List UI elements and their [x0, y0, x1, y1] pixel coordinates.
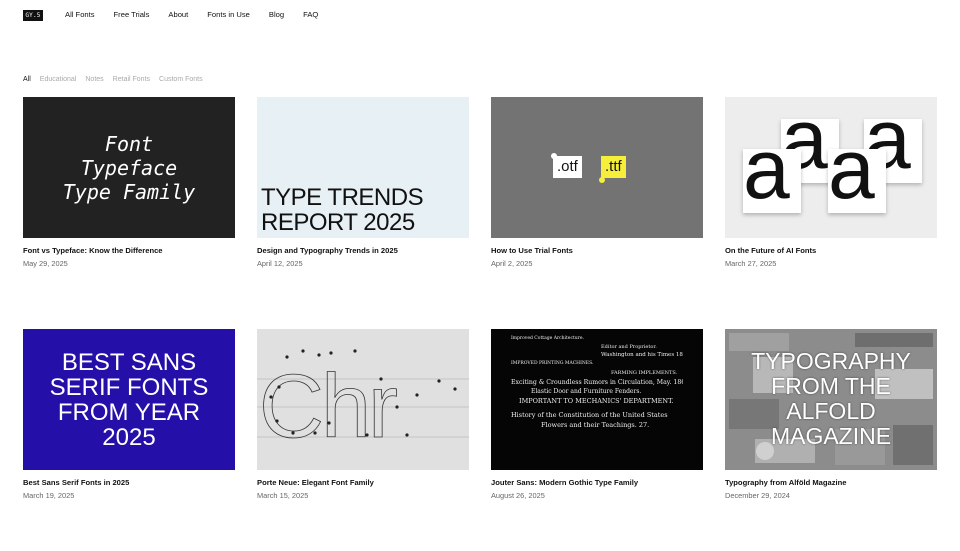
thumb-text: Exciting & Croundless Rumors in Circulat…: [511, 379, 683, 386]
post-title[interactable]: Font vs Typeface: Know the Difference: [23, 246, 163, 255]
post-date: March 27, 2025: [725, 259, 777, 268]
thumb-text: Editor and Proprietor.: [601, 344, 657, 350]
nav-blog[interactable]: Blog: [269, 9, 284, 21]
glyph-card: a: [743, 149, 801, 213]
post-date: March 15, 2025: [257, 491, 309, 500]
thumb-text: ALFOLD: [786, 398, 876, 424]
filter-notes[interactable]: Notes: [85, 76, 103, 83]
post-thumbnail[interactable]: TYPOGRAPHY FROM THE ALFOLD MAGAZINE: [725, 329, 937, 470]
top-nav: GY.5 All Fonts Free Trials About Fonts i…: [23, 9, 337, 21]
post-card[interactable]: TYPOGRAPHY FROM THE ALFOLD MAGAZINE Typo…: [725, 329, 937, 500]
thumb-text: Font: [104, 131, 154, 156]
otf-chip: .otf: [553, 156, 582, 178]
post-card[interactable]: Improved Cottage Architecture. Editor an…: [491, 329, 703, 500]
nav-free-trials[interactable]: Free Trials: [114, 9, 150, 21]
thumb-text: TYPOGRAPHY: [751, 348, 911, 374]
thumb-text: FARMING IMPLEMENTS.: [611, 370, 678, 376]
filter-custom-fonts[interactable]: Custom Fonts: [159, 76, 203, 83]
filter-all[interactable]: All: [23, 76, 31, 83]
thumb-text: Washington and his Times 18: [601, 352, 683, 358]
glyph-letter: a: [743, 149, 790, 213]
nav-faq[interactable]: FAQ: [303, 9, 318, 21]
post-date: April 2, 2025: [491, 259, 533, 268]
filter-educational[interactable]: Educational: [40, 76, 77, 83]
ttf-chip: .ttf: [601, 156, 626, 178]
nav-all-fonts[interactable]: All Fonts: [65, 9, 95, 21]
post-thumbnail[interactable]: TYPE TRENDS REPORT 2025: [257, 97, 469, 238]
thumb-text: Elastic Door and Furniture Fenders.: [531, 388, 642, 395]
post-card[interactable]: a a a a On the Future of AI Fonts March …: [725, 97, 937, 268]
glyph-card: a: [828, 149, 886, 213]
post-title[interactable]: Design and Typography Trends in 2025: [257, 246, 398, 255]
post-date: April 12, 2025: [257, 259, 303, 268]
post-title[interactable]: Typography from Alföld Magazine: [725, 478, 847, 487]
cursor-dot-icon: [551, 153, 557, 159]
post-date: August 26, 2025: [491, 491, 545, 500]
post-thumbnail[interactable]: a a a a: [725, 97, 937, 238]
thumb-text: TYPE TRENDS: [261, 184, 424, 211]
post-card[interactable]: BEST SANS SERIF FONTS FROM YEAR 2025 Bes…: [23, 329, 235, 500]
thumb-text: IMPORTANT TO MECHANICS' DEPARTMENT.: [519, 397, 674, 405]
glyph-construction-illustration: Chr: [257, 349, 469, 457]
post-thumbnail[interactable]: BEST SANS SERIF FONTS FROM YEAR 2025: [23, 329, 235, 470]
thumb-text: FROM YEAR: [57, 398, 201, 426]
thumb-text: REPORT 2025: [261, 209, 415, 236]
thumb-text: 2025: [102, 423, 156, 451]
thumb-text: Flowers and their Teachings. 27.: [541, 421, 650, 429]
post-thumbnail[interactable]: Chr: [257, 329, 469, 470]
thumb-text: BEST SANS: [61, 348, 197, 376]
outline-glyphs: Chr: [259, 357, 397, 457]
post-card[interactable]: Font Typeface Type Family Font vs Typefa…: [23, 97, 235, 268]
thumb-text-block: BEST SANS SERIF FONTS FROM YEAR 2025: [50, 350, 209, 450]
thumb-text: IMPROVED PRINTING MACHINES.: [511, 361, 594, 366]
post-title[interactable]: Jouter Sans: Modern Gothic Type Family: [491, 478, 638, 487]
post-thumbnail[interactable]: Improved Cottage Architecture. Editor an…: [491, 329, 703, 470]
post-card[interactable]: .otf .ttf How to Use Trial Fonts April 2…: [491, 97, 703, 268]
glyph-letter: a: [828, 149, 875, 213]
post-card[interactable]: TYPE TRENDS REPORT 2025 Design and Typog…: [257, 97, 469, 268]
post-card[interactable]: Chr Porte Neue: Elegant Font Family Marc…: [257, 329, 469, 500]
thumb-text: Type Family: [62, 179, 196, 204]
post-thumbnail[interactable]: Font Typeface Type Family: [23, 97, 235, 238]
thumb-text: MAGAZINE: [770, 423, 892, 449]
thumb-text: History of the Constitution of the Unite…: [511, 411, 668, 419]
cursor-dot-icon: [599, 177, 605, 183]
post-date: December 29, 2024: [725, 491, 790, 500]
post-title[interactable]: How to Use Trial Fonts: [491, 246, 573, 255]
thumb-text: Improved Cottage Architecture.: [511, 336, 584, 341]
post-title[interactable]: On the Future of AI Fonts: [725, 246, 816, 255]
thumb-text: SERIF FONTS: [49, 373, 209, 401]
nav-about[interactable]: About: [168, 9, 188, 21]
thumb-text-block: TYPE TRENDS REPORT 2025: [261, 184, 424, 236]
post-date: March 19, 2025: [23, 491, 75, 500]
post-date: May 29, 2025: [23, 259, 68, 268]
thumb-text: Typeface: [80, 155, 178, 180]
nav-fonts-in-use[interactable]: Fonts in Use: [207, 9, 250, 21]
site-logo[interactable]: GY.5: [23, 9, 43, 21]
post-title[interactable]: Best Sans Serif Fonts in 2025: [23, 478, 129, 487]
thumb-text: FROM THE: [771, 373, 891, 399]
filter-retail-fonts[interactable]: Retail Fonts: [113, 76, 150, 83]
thumb-text-block: TYPOGRAPHY FROM THE ALFOLD MAGAZINE: [725, 349, 937, 449]
category-filters: All Educational Notes Retail Fonts Custo…: [23, 76, 212, 83]
post-thumbnail[interactable]: .otf .ttf: [491, 97, 703, 238]
post-title[interactable]: Porte Neue: Elegant Font Family: [257, 478, 374, 487]
